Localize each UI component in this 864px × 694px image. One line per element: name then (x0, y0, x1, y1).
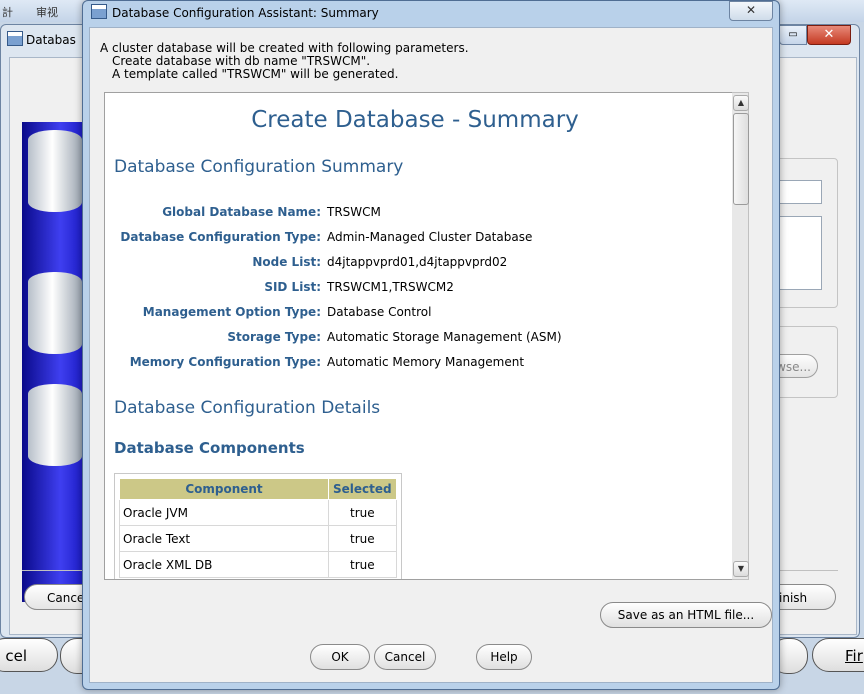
restore-icon[interactable]: ▭ (779, 25, 807, 45)
table-row: Oracle Text true (119, 525, 397, 552)
background-cancel-large-button[interactable]: cel (0, 638, 58, 672)
field-label: SID List: (264, 280, 321, 294)
dialog-title-bar: Database Configuration Assistant: Summar… (91, 4, 379, 20)
field-value: Database Control (327, 305, 432, 319)
database-app-icon (7, 31, 23, 46)
field-label: Node List: (252, 255, 321, 269)
field-label: Storage Type: (227, 330, 321, 344)
cylinder-icon (28, 130, 82, 212)
summary-dialog: Database Configuration Assistant: Summar… (82, 0, 780, 690)
dialog-title: Database Configuration Assistant: Summar… (112, 6, 379, 20)
field-label: Management Option Type: (142, 305, 321, 319)
scroll-down-icon[interactable]: ▼ (733, 561, 749, 577)
intro-text: A cluster database will be created with … (100, 42, 469, 81)
background-glyph-1: 計 (2, 6, 13, 19)
background-window-title: Databas (7, 31, 76, 47)
field-sid-list: SID List: TRSWCM1,TRSWCM2 (105, 280, 725, 300)
save-as-html-button[interactable]: Save as an HTML file... (600, 602, 772, 628)
section-heading-details: Database Configuration Details (114, 398, 381, 418)
column-header-component: Component (119, 478, 329, 500)
component-selected: true (328, 551, 397, 578)
components-table-frame: Component Selected Oracle JVM true Oracl… (114, 473, 402, 579)
field-value: TRSWCM (327, 205, 381, 219)
summary-scrollbar[interactable]: ▲ ▼ (732, 92, 749, 580)
component-selected: true (328, 499, 397, 526)
section-heading-summary: Database Configuration Summary (114, 157, 404, 177)
database-app-icon (91, 4, 107, 19)
section-heading-components: Database Components (114, 439, 305, 457)
component-name: Oracle Text (119, 525, 329, 552)
field-storage-type: Storage Type: Automatic Storage Manageme… (105, 330, 725, 350)
table-row: Oracle XML DB true (119, 551, 397, 578)
background-window-title-text: Databas (26, 33, 76, 47)
field-configuration-type: Database Configuration Type: Admin-Manag… (105, 230, 725, 250)
component-name: Oracle JVM (119, 499, 329, 526)
field-global-database-name: Global Database Name: TRSWCM (105, 205, 725, 225)
component-name: Oracle XML DB (119, 551, 329, 578)
intro-line: A template called "TRSWCM" will be gener… (112, 67, 399, 81)
dialog-body: A cluster database will be created with … (89, 27, 773, 683)
help-button[interactable]: Help (476, 644, 532, 670)
component-selected: true (328, 525, 397, 552)
field-value: Automatic Memory Management (327, 355, 525, 369)
field-label: Global Database Name: (162, 205, 321, 219)
table-row: Oracle JVM true (119, 499, 397, 526)
field-value: Admin-Managed Cluster Database (327, 230, 533, 244)
field-label: Memory Configuration Type: (129, 355, 321, 369)
field-value: TRSWCM1,TRSWCM2 (327, 280, 454, 294)
scrollbar-thumb[interactable] (733, 113, 749, 205)
field-memory-configuration: Memory Configuration Type: Automatic Mem… (105, 355, 725, 375)
scroll-up-icon[interactable]: ▲ (733, 95, 749, 111)
column-header-selected: Selected (328, 478, 397, 500)
field-management-option: Management Option Type: Database Control (105, 305, 725, 325)
table-header-row: Component Selected (119, 478, 397, 500)
cylinder-icon (28, 384, 82, 466)
cylinder-icon (28, 272, 82, 354)
close-icon[interactable]: ✕ (729, 1, 773, 21)
summary-panel[interactable]: Create Database - Summary Database Confi… (104, 92, 746, 580)
cancel-button[interactable]: Cancel (374, 644, 436, 670)
database-graphic (22, 122, 86, 602)
field-value: d4jtappvprd01,d4jtappvprd02 (327, 255, 508, 269)
background-finish-large-button[interactable]: Fir (812, 638, 864, 672)
field-label: Database Configuration Type: (120, 230, 321, 244)
ok-button[interactable]: OK (310, 644, 370, 670)
components-table: Component Selected Oracle JVM true Oracl… (119, 478, 397, 578)
summary-title: Create Database - Summary (251, 107, 579, 133)
field-node-list: Node List: d4jtappvprd01,d4jtappvprd02 (105, 255, 725, 275)
field-value: Automatic Storage Management (ASM) (327, 330, 562, 344)
background-close-icon[interactable]: ✕ (807, 25, 851, 45)
background-glyph-2: 审视 (36, 6, 58, 19)
